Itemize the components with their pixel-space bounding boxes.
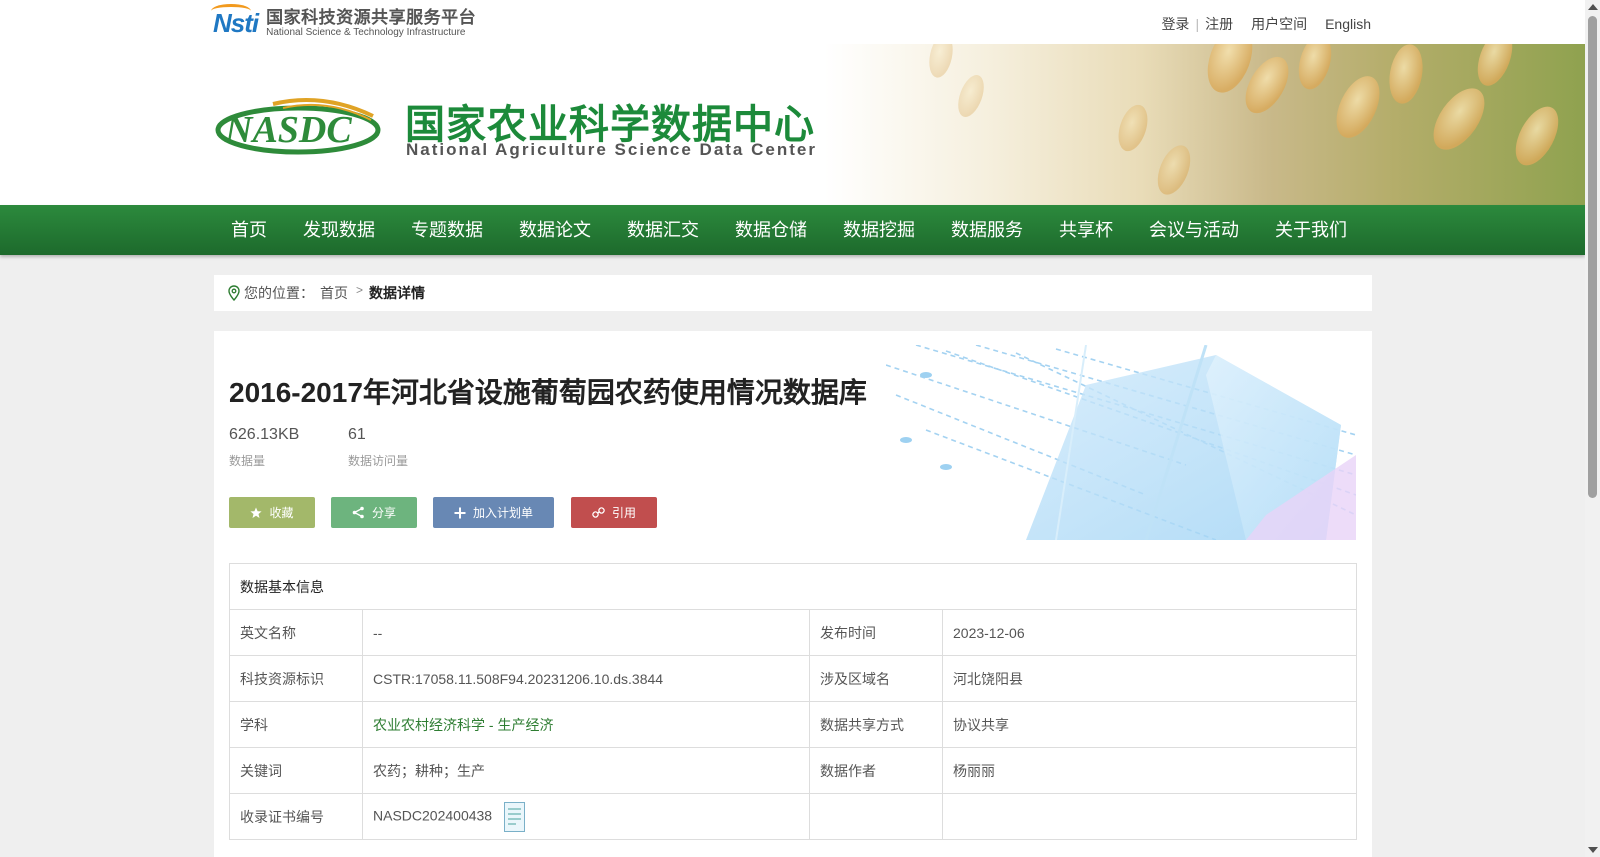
nsti-logo-text: 国家科技资源共享服务平台 National Science & Technolo…: [266, 9, 476, 38]
nav-item-data-services[interactable]: 数据服务: [933, 205, 1041, 255]
nav-item-sharing-cup[interactable]: 共享杯: [1041, 205, 1131, 255]
cite-button[interactable]: 引用: [571, 497, 657, 528]
field-value: --: [362, 609, 810, 656]
favorite-button[interactable]: 收藏: [229, 497, 315, 528]
nav-item-data-mining[interactable]: 数据挖掘: [825, 205, 933, 255]
field-label: 收录证书编号: [229, 793, 363, 840]
page: Nsti 国家科技资源共享服务平台 National Science & Tec…: [0, 0, 1585, 857]
field-label: 科技资源标识: [229, 655, 363, 702]
breadcrumb-home[interactable]: 首页: [320, 283, 348, 303]
main-nav: 首页 发现数据 专题数据 数据论文 数据汇交 数据仓储 数据挖掘 数据服务 共享…: [0, 205, 1585, 255]
field-label: 英文名称: [229, 609, 363, 656]
nav-item-events[interactable]: 会议与活动: [1131, 205, 1257, 255]
share-icon: [352, 506, 364, 519]
top-links: 登录 | 注册 用户空间 English: [1161, 14, 1371, 34]
certificate-number: NASDC202400438: [373, 807, 493, 824]
field-label: [809, 793, 943, 840]
field-value: 协议共享: [942, 701, 1357, 748]
field-value: 2023-12-06: [942, 609, 1357, 656]
data-size-stat: 626.13KB 数据量: [229, 426, 299, 469]
favorite-button-label: 收藏: [269, 506, 294, 520]
breadcrumb: 您的位置： 首页 > 数据详情: [214, 275, 1372, 311]
field-label: 数据共享方式: [809, 701, 943, 748]
cite-button-label: 引用: [611, 506, 636, 520]
divider: |: [1195, 16, 1200, 32]
visit-count-label: 数据访问量: [348, 454, 409, 468]
field-value: 农业农村经济科学 - 生产经济: [362, 701, 810, 748]
register-link[interactable]: 注册: [1205, 14, 1233, 34]
scrollbar-thumb[interactable]: [1588, 16, 1597, 498]
share-button[interactable]: 分享: [331, 497, 417, 528]
nav-item-data-submission[interactable]: 数据汇交: [609, 205, 717, 255]
star-icon: [250, 507, 263, 518]
table-row: 学科 农业农村经济科学 - 生产经济 数据共享方式 协议共享: [229, 701, 1357, 748]
field-label: 数据作者: [809, 747, 943, 794]
field-value: 杨丽丽: [942, 747, 1357, 794]
table-row: 关键词 农药；耕种；生产 数据作者 杨丽丽: [229, 747, 1357, 794]
share-button-label: 分享: [371, 506, 396, 520]
breadcrumb-prefix: 您的位置：: [244, 285, 314, 301]
nav-item-home[interactable]: 首页: [213, 205, 285, 255]
decorative-cube-illustration: [886, 345, 1356, 540]
english-link[interactable]: English: [1325, 16, 1371, 32]
basic-info-header: 数据基本信息: [229, 563, 1357, 610]
add-to-plan-button-label: 加入计划单: [472, 506, 533, 520]
nav-item-topic-data[interactable]: 专题数据: [393, 205, 501, 255]
scroll-down-arrow-icon[interactable]: [1588, 847, 1598, 853]
field-label: 涉及区域名: [809, 655, 943, 702]
link-icon: [592, 507, 605, 518]
table-row: 科技资源标识 CSTR:17058.11.508F94.20231206.10.…: [229, 655, 1357, 702]
nsti-logo[interactable]: Nsti 国家科技资源共享服务平台 National Science & Tec…: [211, 3, 476, 39]
field-value: [942, 793, 1357, 840]
dataset-title: 2016-2017年河北省设施葡萄园农药使用情况数据库: [229, 377, 867, 408]
nav-item-data-papers[interactable]: 数据论文: [501, 205, 609, 255]
certificate-icon[interactable]: [503, 801, 525, 832]
vertical-scrollbar[interactable]: [1585, 0, 1600, 857]
basic-info-table: 数据基本信息 英文名称 -- 发布时间 2023-12-06 科技资源标识 CS…: [229, 563, 1357, 840]
data-size-value: 626.13KB: [229, 426, 300, 443]
table-header-row: 数据基本信息: [229, 563, 1357, 610]
user-space-link[interactable]: 用户空间: [1251, 14, 1307, 34]
dataset-card: 2016-2017年河北省设施葡萄园农药使用情况数据库 626.13KB 数据量…: [214, 331, 1372, 857]
field-value: 农药；耕种；生产: [362, 747, 810, 794]
table-row: 收录证书编号 NASDC202400438: [229, 793, 1357, 840]
scroll-up-arrow-icon[interactable]: [1588, 4, 1598, 10]
add-to-plan-button[interactable]: 加入计划单: [433, 497, 554, 528]
center-name-en: National Agriculture Science Data Center: [406, 140, 817, 159]
field-value: CSTR:17058.11.508F94.20231206.10.ds.3844: [362, 655, 810, 702]
chevron-right-icon: >: [356, 283, 364, 297]
field-value: 河北饶阳县: [942, 655, 1357, 702]
top-bar: Nsti 国家科技资源共享服务平台 National Science & Tec…: [0, 0, 1585, 44]
nsti-logo-mark: Nsti: [211, 3, 259, 39]
nav-item-data-repository[interactable]: 数据仓储: [717, 205, 825, 255]
table-row: 英文名称 -- 发布时间 2023-12-06: [229, 609, 1357, 656]
subject-link[interactable]: 农业农村经济科学 - 生产经济: [373, 717, 553, 733]
nasdc-logo[interactable]: NASDC: [213, 94, 383, 156]
nav-items: 首页 发现数据 专题数据 数据论文 数据汇交 数据仓储 数据挖掘 数据服务 共享…: [213, 205, 1365, 255]
nav-item-about-us[interactable]: 关于我们: [1257, 205, 1365, 255]
breadcrumb-current: 数据详情: [369, 285, 426, 301]
nav-item-discover-data[interactable]: 发现数据: [285, 205, 393, 255]
login-link[interactable]: 登录: [1161, 14, 1189, 34]
visit-count-stat: 61 数据访问量: [348, 426, 408, 469]
nasdc-logo-text: NASDC: [224, 109, 352, 151]
visit-count-value: 61: [348, 426, 366, 443]
plus-icon: [454, 507, 466, 518]
field-label: 关键词: [229, 747, 363, 794]
location-pin-icon: [228, 285, 240, 301]
header-banner: NASDC 国家农业科学数据中心 National Agriculture Sc…: [0, 44, 1585, 205]
field-label: 发布时间: [809, 609, 943, 656]
data-size-label: 数据量: [229, 454, 266, 468]
field-value: NASDC202400438: [362, 793, 810, 840]
nsti-name-cn: 国家科技资源共享服务平台: [266, 7, 477, 27]
nsti-name-en: National Science & Technology Infrastruc…: [266, 26, 466, 38]
field-label: 学科: [229, 701, 363, 748]
